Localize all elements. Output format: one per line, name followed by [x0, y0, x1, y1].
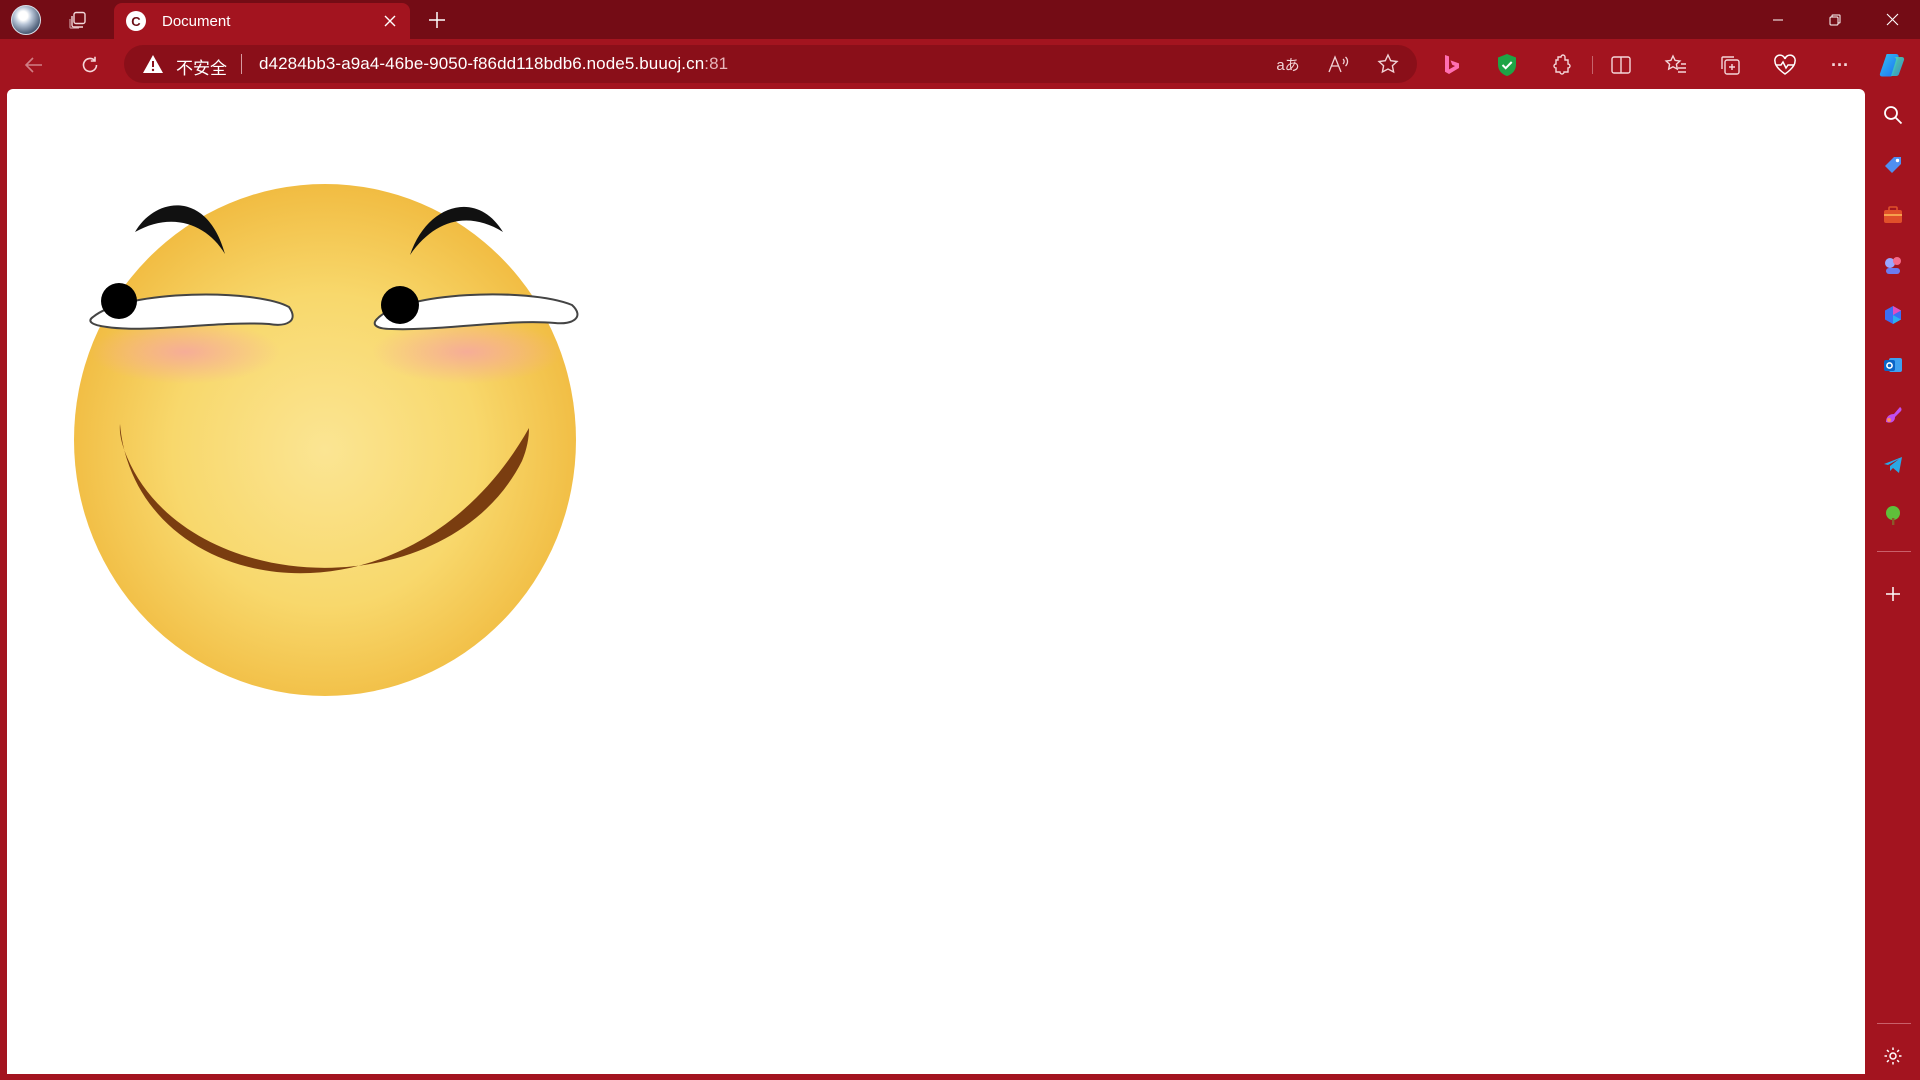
favorites-icon[interactable]: [1658, 47, 1694, 83]
more-options-icon[interactable]: ···: [1822, 47, 1858, 83]
bing-icon[interactable]: [1434, 47, 1470, 83]
sidebar-telegram-icon[interactable]: [1877, 449, 1909, 481]
smiling-face-image: [74, 184, 579, 696]
sidebar-microsoft-365-icon[interactable]: [1877, 299, 1909, 331]
sidebar-separator: [1877, 551, 1911, 552]
sidebar-search-icon[interactable]: [1877, 99, 1909, 131]
workspaces-icon[interactable]: [62, 4, 94, 36]
new-tab-icon[interactable]: [421, 4, 453, 36]
sidebar-bottom-separator: [1877, 1023, 1911, 1024]
collections-icon[interactable]: [1712, 47, 1748, 83]
back-arrow-icon[interactable]: [16, 47, 52, 83]
sidebar-outlook-icon[interactable]: [1877, 349, 1909, 381]
extensions-puzzle-icon[interactable]: [1543, 47, 1579, 83]
restore-icon[interactable]: [1807, 0, 1863, 39]
tab-favicon-icon: C: [126, 11, 146, 31]
sidebar-settings-gear-icon[interactable]: [1877, 1040, 1909, 1072]
sidebar-tree-icon[interactable]: [1877, 499, 1909, 531]
tab-title: Document: [162, 12, 231, 30]
url-port: :81: [704, 54, 729, 73]
profile-avatar: [11, 5, 41, 35]
minimize-icon[interactable]: [1750, 0, 1806, 39]
sidebar-add-icon[interactable]: [1877, 578, 1909, 610]
sidebar-designer-icon[interactable]: [1877, 399, 1909, 431]
profile-button[interactable]: [10, 4, 42, 36]
navigation-toolbar: 不安全 d4284bb3-a9a4-46be-9050-f86dd118bdb6…: [0, 39, 1920, 89]
warning-icon[interactable]: [142, 53, 164, 75]
right-pupil: [381, 286, 419, 324]
title-bar: C Document: [0, 0, 1920, 39]
sidebar-tools-briefcase-icon[interactable]: [1877, 199, 1909, 231]
read-aloud-icon[interactable]: [1324, 50, 1352, 78]
address-separator: [241, 54, 242, 74]
sidebar-shopping-tag-icon[interactable]: [1877, 149, 1909, 181]
url-host: d4284bb3-a9a4-46be-9050-f86dd118bdb6.nod…: [259, 54, 705, 73]
left-blush: [90, 320, 280, 384]
refresh-icon[interactable]: [72, 47, 108, 83]
security-status-label[interactable]: 不安全: [176, 54, 227, 79]
shield-icon[interactable]: [1489, 47, 1525, 83]
split-screen-icon[interactable]: [1603, 47, 1639, 83]
add-favorite-star-icon[interactable]: [1374, 50, 1402, 78]
translate-icon[interactable]: aあ: [1274, 50, 1302, 78]
left-pupil: [101, 283, 137, 319]
url-text[interactable]: d4284bb3-a9a4-46be-9050-f86dd118bdb6.nod…: [259, 54, 728, 74]
toolbar-separator: [1592, 56, 1593, 74]
edge-sidebar: [1867, 89, 1920, 1080]
copilot-icon[interactable]: [1874, 47, 1910, 83]
web-page-content: [7, 89, 1865, 1074]
sidebar-games-icon[interactable]: [1877, 249, 1909, 281]
face-circle: [74, 184, 576, 696]
tab-close-icon[interactable]: [376, 7, 404, 35]
active-tab[interactable]: C Document: [114, 3, 410, 39]
window-close-icon[interactable]: [1864, 0, 1920, 39]
address-bar[interactable]: 不安全 d4284bb3-a9a4-46be-9050-f86dd118bdb6…: [124, 45, 1417, 83]
browser-essentials-heart-icon[interactable]: [1767, 47, 1803, 83]
